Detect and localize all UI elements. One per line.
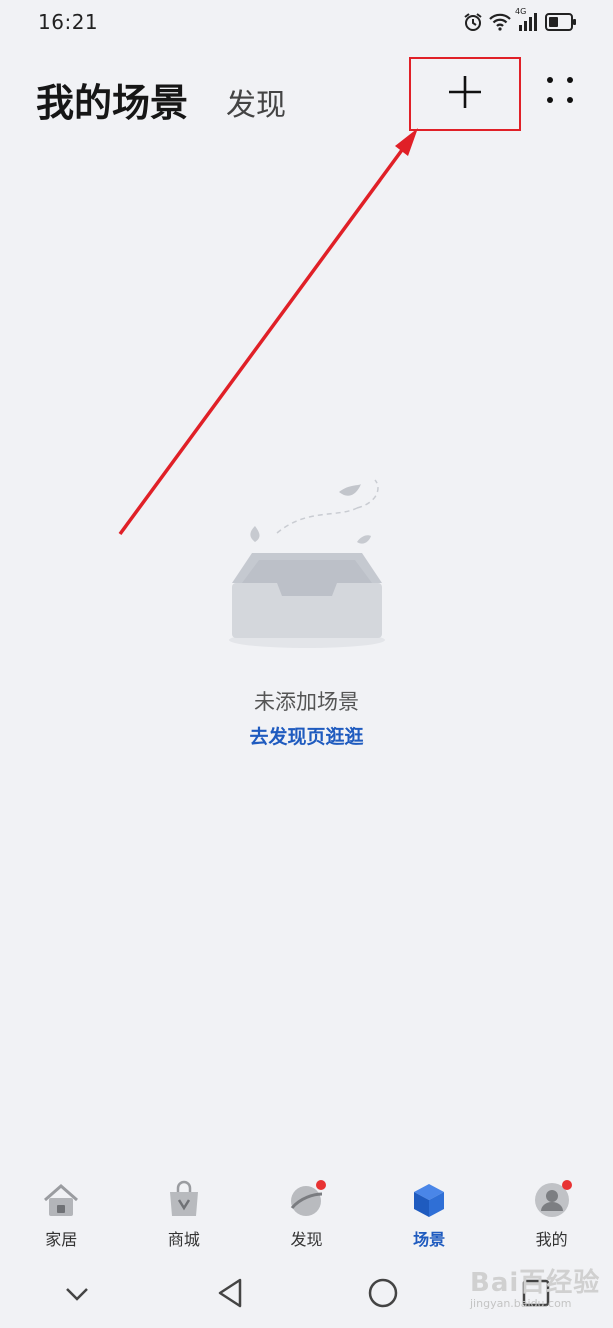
tab-home[interactable]: 家居 [0, 1172, 123, 1258]
tab-discover-bottom[interactable]: 发现 [245, 1172, 368, 1258]
empty-message: 未添加场景 [254, 690, 359, 714]
more-button[interactable] [538, 70, 582, 114]
bottom-tabbar: 家居 商城 发现 场景 我的 [0, 1172, 613, 1258]
chevron-down-icon [65, 1286, 89, 1305]
add-scene-button[interactable] [409, 57, 521, 131]
tab-mall[interactable]: 商城 [123, 1172, 246, 1258]
status-bar: 16:21 4G [0, 0, 613, 44]
tab-label: 发现 [290, 1230, 323, 1249]
tab-me[interactable]: 我的 [490, 1172, 613, 1258]
tab-label: 家居 [45, 1230, 78, 1249]
status-time: 16:21 [38, 10, 99, 34]
status-icons: 4G [463, 7, 577, 32]
wifi-icon [489, 13, 511, 31]
tab-scene[interactable]: 场景 [368, 1172, 491, 1258]
empty-state: 未添加场景 去发现页逛逛 [0, 478, 613, 749]
nav-back-button[interactable] [153, 1278, 306, 1312]
watermark-brand: Bai百经验 [470, 1268, 601, 1298]
watermark: Bai百经验 jingyan.baidu.com [470, 1262, 610, 1322]
network-label: 4G [515, 7, 527, 16]
tab-label: 场景 [413, 1230, 446, 1249]
tab-label: 我的 [535, 1230, 568, 1249]
home-circle-icon [367, 1277, 399, 1313]
more-dots-icon [546, 76, 574, 108]
tab-discover[interactable]: 发现 [226, 80, 286, 124]
nav-collapse-button[interactable] [0, 1286, 153, 1305]
badge-dot [561, 1180, 572, 1190]
planet-icon [286, 1180, 327, 1220]
battery-icon [545, 13, 577, 31]
alarm-icon [463, 12, 483, 32]
page-title: 我的场景 [36, 81, 189, 125]
back-triangle-icon [216, 1278, 244, 1312]
home-icon [41, 1180, 81, 1220]
user-icon [532, 1180, 572, 1220]
signal-icon: 4G [515, 7, 539, 31]
shopping-bag-icon [164, 1180, 204, 1220]
empty-box-illustration [0, 478, 613, 658]
plus-icon [447, 74, 483, 114]
tab-label: 商城 [167, 1230, 200, 1249]
header: 我的场景 发现 [0, 57, 613, 136]
cube-icon [409, 1180, 449, 1220]
nav-home-button[interactable] [307, 1277, 460, 1313]
discover-link[interactable]: 去发现页逛逛 [249, 722, 363, 749]
